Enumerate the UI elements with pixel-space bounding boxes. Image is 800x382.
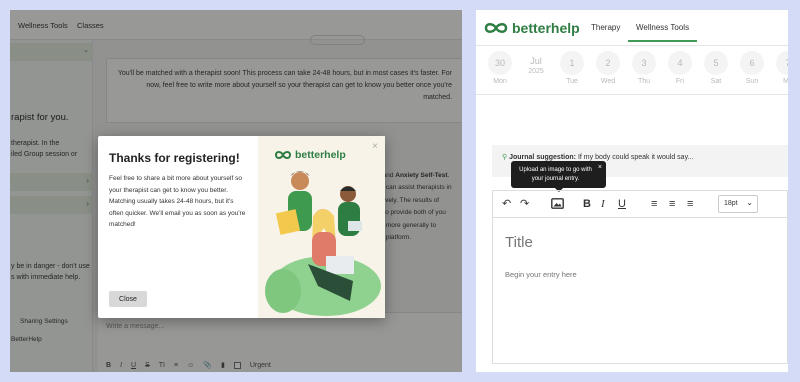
calendar-current-month[interactable]: Jul 2025	[521, 51, 551, 77]
calendar-day-number: 4	[668, 51, 692, 75]
redo-icon[interactable]: ↷	[520, 197, 529, 211]
lightbulb-icon: ⚲	[502, 154, 508, 161]
close-icon[interactable]: ×	[372, 141, 378, 152]
suggestion-label: Journal suggestion:	[509, 154, 576, 161]
suggestion-text: If my body could speak it would say...	[577, 154, 694, 161]
calendar-day[interactable]: 2 Wed	[593, 51, 623, 85]
modal-body-text: Feel free to share a bit more about your…	[109, 175, 246, 228]
modal-title: Thanks for registering!	[109, 151, 240, 165]
close-button[interactable]: Close	[109, 291, 147, 307]
calendar-day[interactable]: 1 Tue	[557, 51, 587, 85]
chevron-down-icon: ⌄	[746, 198, 753, 207]
calendar-day-number: 6	[740, 51, 764, 75]
calendar-day[interactable]: 6 Sun	[737, 51, 767, 85]
calendar-day[interactable]: 7 Mo	[773, 51, 788, 85]
undo-icon[interactable]: ↶	[502, 197, 511, 211]
italic-button[interactable]: I	[601, 197, 605, 211]
title-input[interactable]	[505, 234, 765, 251]
journal-top-nav: betterhelp Therapy Wellness Tools	[476, 10, 788, 46]
people-illustration	[265, 171, 381, 316]
align-right-icon[interactable]: ≡	[687, 197, 693, 211]
calendar-day-number: 2	[596, 51, 620, 75]
calendar-day-number: 3	[632, 51, 656, 75]
calendar-day-number: 30	[488, 51, 512, 75]
align-left-icon[interactable]: ≡	[651, 197, 657, 211]
calendar-day-number: Jul	[530, 56, 542, 66]
calendar-day-label: Thu	[637, 78, 651, 85]
calendar-day-label: Mon	[493, 78, 507, 85]
calendar-day-number: 7	[776, 51, 788, 75]
tooltip-text: Upload an image to go with your journal …	[519, 167, 592, 182]
tab-therapy[interactable]: Therapy	[591, 23, 620, 32]
calendar-strip: 30 Mon Jul 2025 1 Tue 2 Wed 3 Thu 4 Fri 5 Sat 6 Sun 7 Mo	[476, 47, 788, 95]
registration-modal: Thanks for registering! Feel free to sha…	[98, 136, 385, 318]
font-size-value: 18pt	[724, 200, 738, 207]
image-upload-icon[interactable]	[551, 198, 564, 213]
calendar-day-number: 1	[560, 51, 584, 75]
font-size-select[interactable]: 18pt ⌄	[718, 195, 758, 213]
calendar-day-label: Fri	[675, 78, 685, 85]
calendar-day[interactable]: 30 Mon	[485, 51, 515, 85]
left-app-window: Wellness Tools Classes ⌄ rapist for you.…	[10, 10, 462, 372]
calendar-day-label: 2025	[528, 68, 544, 75]
modal-illustration: betterhelp ×	[258, 136, 385, 318]
journal-app-window: betterhelp Therapy Wellness Tools 30 Mon J…	[476, 10, 788, 372]
calendar-day[interactable]: 3 Thu	[629, 51, 659, 85]
journal-editor	[492, 217, 788, 364]
calendar-day-label: Mo	[783, 78, 788, 85]
betterhelp-logo-icon	[484, 23, 508, 33]
brand-name: betterhelp	[512, 20, 580, 36]
editor-toolbar: ↶ ↷ B I U ≡ ≡ ≡ 18pt ⌄	[492, 190, 788, 218]
calendar-day[interactable]: 4 Fri	[665, 51, 695, 85]
calendar-day-label: Tue	[566, 78, 578, 85]
calendar-day[interactable]: 5 Sat	[701, 51, 731, 85]
calendar-day-label: Sat	[710, 78, 722, 85]
close-icon[interactable]: ×	[598, 163, 602, 172]
calendar-day-label: Sun	[745, 78, 759, 85]
entry-textarea[interactable]	[505, 270, 765, 330]
bold-button[interactable]: B	[583, 197, 591, 211]
calendar-day-number: 5	[704, 51, 728, 75]
underline-button[interactable]: U	[618, 197, 626, 211]
upload-image-tooltip: Upload an image to go with your journal …	[511, 161, 606, 192]
align-center-icon[interactable]: ≡	[669, 197, 675, 211]
betterhelp-logo[interactable]: betterhelp	[484, 20, 580, 36]
tab-wellness-tools[interactable]: Wellness Tools	[628, 23, 698, 42]
calendar-day-label: Wed	[600, 78, 616, 85]
